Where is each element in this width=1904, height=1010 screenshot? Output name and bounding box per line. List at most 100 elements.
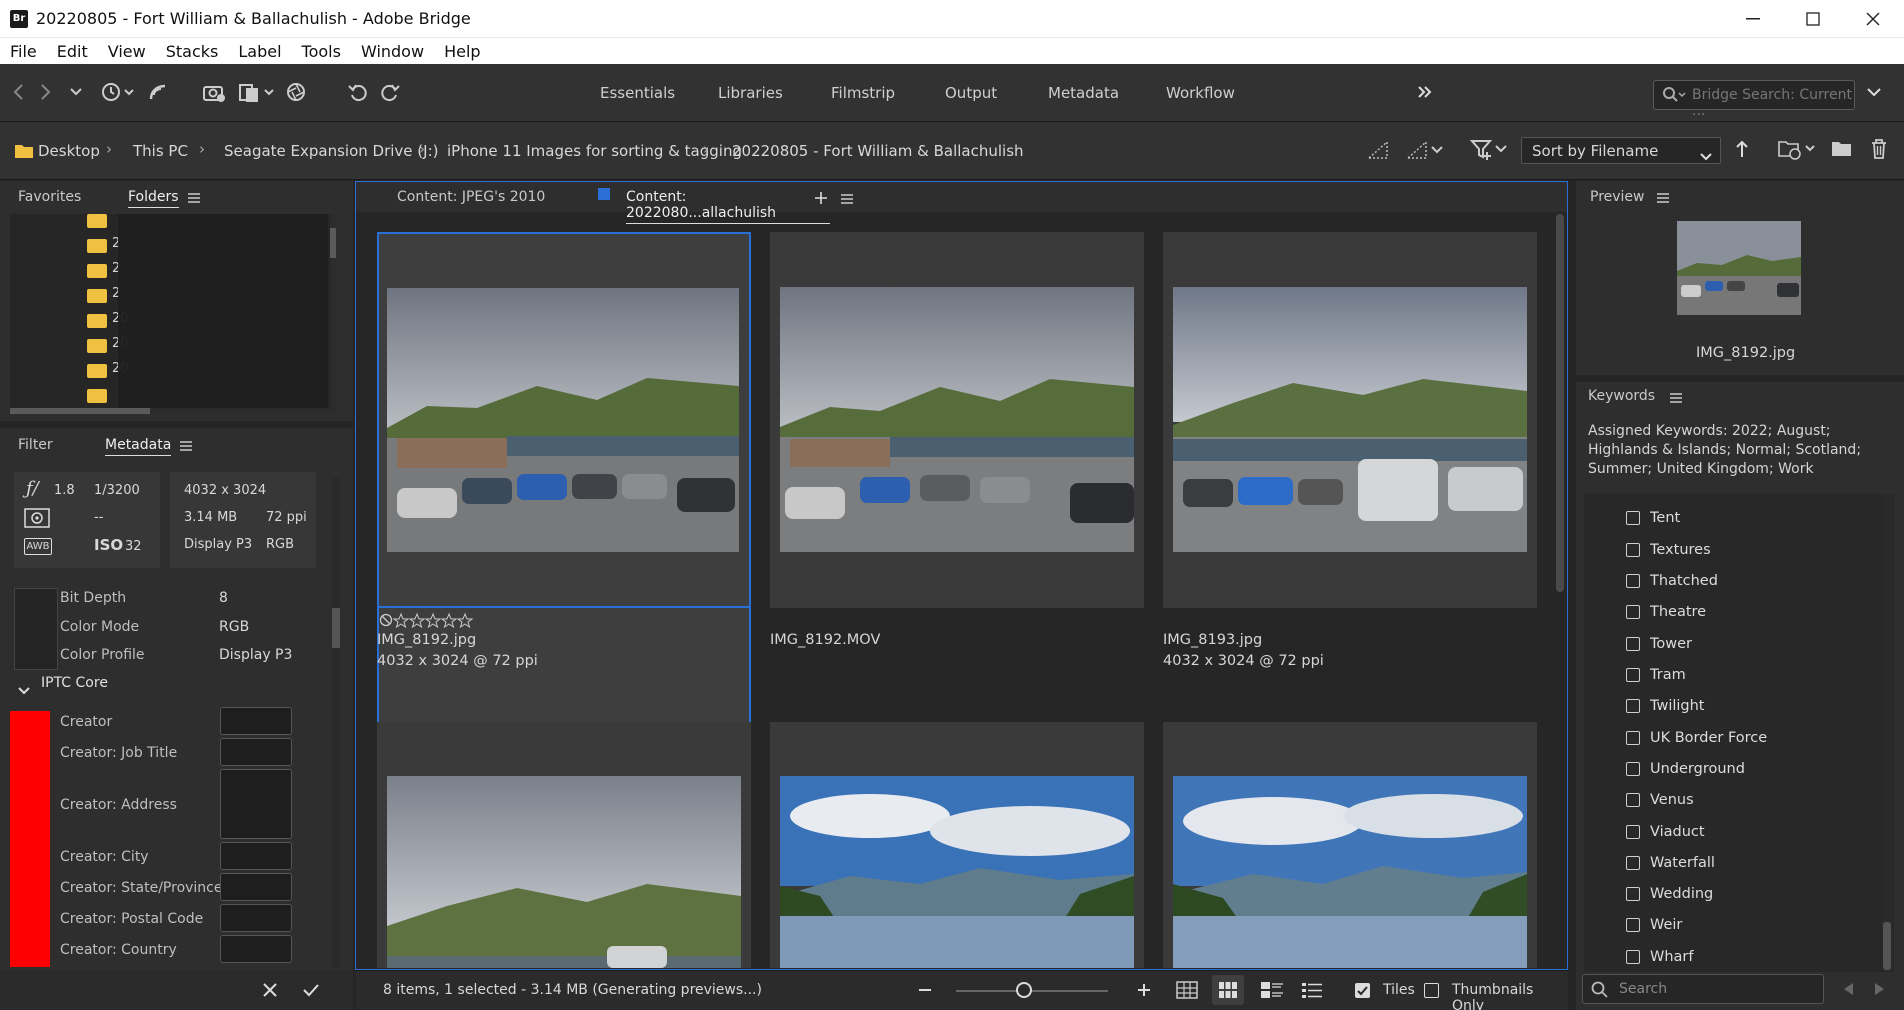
search-options-chevron-icon[interactable] <box>1862 80 1886 104</box>
creator-country-input[interactable] <box>220 935 292 963</box>
keyword-item[interactable]: Theatre <box>1626 602 1706 622</box>
folder-horizontal-scrollbar[interactable] <box>10 408 330 414</box>
workspace-metadata[interactable]: Metadata <box>1048 84 1119 102</box>
tab-metadata[interactable]: Metadata <box>105 437 172 456</box>
sort-by-dropdown[interactable]: Sort by Filename <box>1521 137 1721 164</box>
view-as-thumbnails-button[interactable] <box>1212 975 1244 1005</box>
folder-vertical-scrollbar[interactable] <box>330 214 336 414</box>
keyword-checkbox[interactable] <box>1626 918 1640 932</box>
previous-result-icon[interactable] <box>1842 982 1854 1000</box>
keyword-item[interactable]: Venus <box>1626 790 1694 810</box>
thumbnail-card[interactable] <box>377 722 751 968</box>
workspace-workflow[interactable]: Workflow <box>1166 84 1235 102</box>
menu-view[interactable]: View <box>108 42 146 61</box>
keyword-checkbox[interactable] <box>1626 699 1640 713</box>
next-result-icon[interactable] <box>1874 982 1886 1000</box>
breadcrumb-desktop[interactable]: Desktop <box>38 142 100 160</box>
keyword-item[interactable]: Tent <box>1626 508 1680 528</box>
delete-trash-icon[interactable] <box>1869 138 1889 164</box>
menu-window[interactable]: Window <box>361 42 424 61</box>
view-as-details-icon[interactable] <box>1261 982 1283 1002</box>
keyword-item[interactable]: Textures <box>1626 540 1711 560</box>
breadcrumb-drive[interactable]: Seagate Expansion Drive (J:) <box>224 142 438 160</box>
keyword-checkbox[interactable] <box>1626 856 1640 870</box>
keyword-item[interactable]: Thatched <box>1626 571 1718 591</box>
keyword-checkbox[interactable] <box>1626 605 1640 619</box>
breadcrumb-this-pc[interactable]: This PC <box>133 142 188 160</box>
rating-stars[interactable] <box>379 612 479 632</box>
keyword-checkbox[interactable] <box>1626 762 1640 776</box>
tiles-checkbox[interactable] <box>1355 983 1370 998</box>
menu-tools[interactable]: Tools <box>302 42 341 61</box>
menu-label[interactable]: Label <box>238 42 281 61</box>
keyword-item[interactable]: Underground <box>1626 759 1745 779</box>
tab-content-jpegs-2010[interactable]: Content: JPEG's 2010 <box>397 189 545 205</box>
chevron-down-icon[interactable] <box>64 80 88 104</box>
panel-menu-icon[interactable] <box>187 190 201 208</box>
cancel-icon[interactable] <box>262 982 278 1002</box>
keyword-checkbox[interactable] <box>1626 887 1640 901</box>
lock-thumbnail-grid-icon[interactable] <box>1176 981 1198 1003</box>
thumbnail-size-slider[interactable] <box>956 982 1108 998</box>
panel-menu-icon[interactable] <box>1656 190 1670 208</box>
collapse-chevron-icon[interactable] <box>18 681 30 699</box>
bridge-search-input[interactable]: Bridge Search: Current ... <box>1653 80 1855 119</box>
thumbnail-card[interactable] <box>770 722 1144 968</box>
more-workspaces-icon[interactable] <box>1413 80 1437 104</box>
creator-input[interactable] <box>220 707 292 735</box>
add-tab-plus-icon[interactable] <box>815 190 827 208</box>
sort-ascending-icon[interactable] <box>1734 139 1750 163</box>
tab-folders[interactable]: Folders <box>128 189 179 208</box>
filter-items-icon[interactable] <box>1469 138 1510 164</box>
keyword-item[interactable]: Waterfall <box>1626 853 1715 873</box>
thumbnail-card[interactable] <box>1163 232 1537 608</box>
creator-address-input[interactable] <box>220 769 292 839</box>
keyword-item[interactable]: Wharf <box>1626 947 1693 967</box>
keyword-checkbox[interactable] <box>1626 637 1640 651</box>
thumbnail-card[interactable] <box>1163 722 1537 968</box>
filter-by-rating-icon[interactable] <box>1406 140 1446 164</box>
panel-menu-icon[interactable] <box>840 191 854 209</box>
workspace-libraries[interactable]: Libraries <box>718 84 783 102</box>
creator-postal-code-input[interactable] <box>220 904 292 932</box>
keyword-checkbox[interactable] <box>1626 731 1640 745</box>
recent-history-icon[interactable] <box>98 80 138 104</box>
keyword-item[interactable]: UK Border Force <box>1626 728 1767 748</box>
iptc-core-header[interactable]: IPTC Core <box>41 675 108 691</box>
metadata-scrollbar[interactable] <box>332 478 340 968</box>
keyword-checkbox[interactable] <box>1626 668 1640 682</box>
refine-icon[interactable] <box>236 80 278 104</box>
keyword-item[interactable]: Viaduct <box>1626 822 1705 842</box>
tab-favorites[interactable]: Favorites <box>18 189 81 205</box>
panel-menu-icon[interactable] <box>1669 390 1683 408</box>
breadcrumb-current-folder[interactable]: 20220805 - Fort William & Ballachulish <box>732 142 1024 160</box>
thumbnail-card-selected[interactable] <box>377 232 751 608</box>
keyword-checkbox[interactable] <box>1626 511 1640 525</box>
keyword-checkbox[interactable] <box>1626 793 1640 807</box>
keyword-checkbox[interactable] <box>1626 950 1640 964</box>
preview-image[interactable] <box>1677 221 1801 315</box>
open-recent-file-icon[interactable] <box>1778 138 1818 164</box>
content-scrollbar[interactable] <box>1555 214 1565 968</box>
back-icon[interactable] <box>6 80 30 104</box>
keyword-item[interactable]: Weir <box>1626 915 1682 935</box>
thumbnail-card[interactable] <box>770 232 1144 608</box>
rotate-left-icon[interactable] <box>346 80 370 104</box>
forward-icon[interactable] <box>34 80 58 104</box>
keyword-item[interactable]: Tram <box>1626 665 1686 685</box>
rotate-right-icon[interactable] <box>378 80 402 104</box>
menu-help[interactable]: Help <box>444 42 480 61</box>
menu-file[interactable]: File <box>10 42 37 61</box>
keyword-item[interactable]: Tower <box>1626 634 1692 654</box>
minimize-button[interactable] <box>1724 0 1782 38</box>
workspace-output[interactable]: Output <box>945 84 997 102</box>
open-in-camera-raw-icon[interactable] <box>284 80 308 104</box>
breadcrumb-iphone-images[interactable]: iPhone 11 Images for sorting & tagging <box>447 142 742 160</box>
keyword-item[interactable]: Twilight <box>1626 696 1704 716</box>
creator-city-input[interactable] <box>220 842 292 870</box>
tab-filter[interactable]: Filter <box>18 437 53 453</box>
keyword-scrollbar[interactable] <box>1882 494 1892 972</box>
get-photos-camera-icon[interactable] <box>202 80 226 104</box>
apply-checkmark-icon[interactable] <box>302 982 320 1002</box>
zoom-in-icon[interactable] <box>1137 983 1151 1001</box>
